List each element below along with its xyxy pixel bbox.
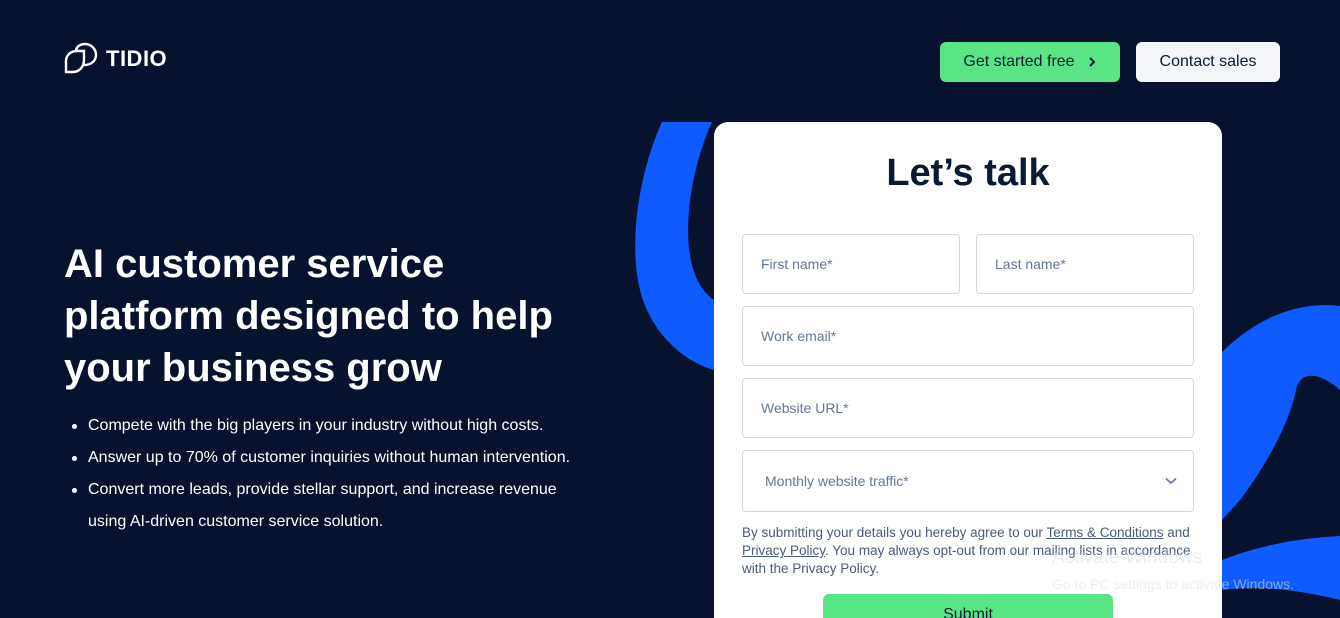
form-title: Let’s talk (886, 152, 1050, 194)
contact-sales-button[interactable]: Contact sales (1136, 42, 1280, 82)
activate-windows-watermark: Activate Windows Go to PC settings to ac… (1052, 546, 1294, 594)
work-email-field[interactable]: Work email* (742, 306, 1194, 366)
consent-prefix: By submitting your details you hereby ag… (742, 525, 1047, 540)
work-email-placeholder: Work email* (761, 328, 837, 344)
terms-conditions-link[interactable]: Terms & Conditions (1046, 525, 1163, 540)
hero-title: AI customer service platform designed to… (64, 242, 553, 390)
tidio-logo-icon (64, 42, 98, 74)
brand-name: TIDIO (106, 46, 168, 71)
tidio-logo[interactable]: TIDIO (64, 42, 167, 76)
hero-bullet-list: Compete with the big players in your ind… (64, 410, 594, 538)
contact-sales-label: Contact sales (1159, 53, 1257, 70)
consent-and: and (1163, 525, 1190, 540)
chevron-right-icon (1088, 57, 1095, 67)
last-name-placeholder: Last name* (995, 256, 1066, 272)
website-url-placeholder: Website URL* (761, 400, 849, 416)
last-name-field[interactable]: Last name* (976, 234, 1194, 294)
monthly-traffic-select[interactable]: Monthly website traffic* (742, 450, 1194, 512)
blue-stroke-right (1222, 305, 1340, 520)
contact-form-card: Let’s talk First name* Last name* Work e… (714, 122, 1222, 618)
first-name-field[interactable]: First name* (742, 234, 960, 294)
first-name-placeholder: First name* (761, 256, 833, 272)
hero-bullet-item: Convert more leads, provide stellar supp… (64, 474, 594, 538)
watermark-subtitle: Go to PC settings to activate Windows. (1052, 576, 1294, 592)
watermark-title: Activate Windows (1052, 547, 1202, 568)
get-started-free-button[interactable]: Get started free (940, 42, 1120, 82)
submit-label: Submit (943, 606, 993, 618)
monthly-traffic-placeholder: Monthly website traffic* (765, 473, 909, 489)
blue-stroke-left (635, 122, 714, 370)
privacy-policy-link[interactable]: Privacy Policy (742, 543, 825, 558)
hero-bullet-item: Answer up to 70% of customer inquiries w… (64, 442, 594, 474)
hero-bullet-item: Compete with the big players in your ind… (64, 410, 594, 442)
get-started-free-label: Get started free (963, 53, 1075, 70)
submit-button[interactable]: Submit (823, 594, 1113, 618)
website-url-field[interactable]: Website URL* (742, 378, 1194, 438)
chevron-down-icon (1165, 477, 1177, 485)
